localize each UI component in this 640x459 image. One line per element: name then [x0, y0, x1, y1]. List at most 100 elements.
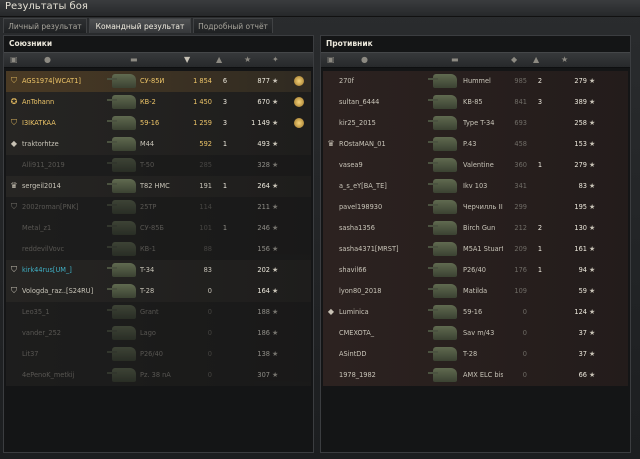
player-name[interactable]: ASintDD	[339, 344, 423, 364]
tab-personal-result[interactable]: Личный результат	[3, 18, 87, 33]
tank-icon	[428, 95, 457, 109]
xp-star-icon: ★	[589, 287, 596, 295]
player-row[interactable]: sasha4371[MRST] M5A1 Stuart 209 1 161 ★	[323, 239, 628, 260]
player-name[interactable]: AnTohann	[22, 92, 106, 112]
damage-column-icon[interactable]: ◆	[511, 55, 517, 65]
player-name[interactable]: I3IKATKAA	[22, 113, 106, 133]
tank-column-icon[interactable]: ▬	[451, 55, 459, 65]
player-name[interactable]: kirk44rus[UM_]	[22, 260, 106, 280]
achievements-column-icon[interactable]: ✦	[272, 55, 279, 65]
damage-column-icon[interactable]: ▼	[184, 55, 190, 65]
damage-value: 109	[514, 287, 527, 295]
player-row[interactable]: vander_252 Lago 0 186 ★	[6, 323, 311, 344]
badge-column-icon[interactable]: ▣	[327, 55, 335, 65]
tank-name: T82 HMC	[140, 182, 170, 190]
xp-column-icon[interactable]: ★	[561, 55, 568, 65]
player-row[interactable]: 4ePenoK_metkij Pz. 38 nA 0 307 ★	[6, 365, 311, 386]
player-row[interactable]: ⛉ AGS1974[WCAT1] СУ-85И 1 854 6 877 ★	[6, 71, 311, 92]
player-name[interactable]: AGS1974[WCAT1]	[22, 71, 106, 91]
player-row[interactable]: sultan_6444 KB-85 841 3 389 ★	[323, 92, 628, 113]
xp-column-icon[interactable]: ★	[244, 55, 251, 65]
damage-value: 985	[514, 77, 527, 85]
player-name[interactable]: pavel198930	[339, 197, 423, 217]
player-name[interactable]: reddevilVovc	[22, 239, 106, 259]
tank-column-icon[interactable]: ▬	[130, 55, 138, 65]
damage-value: 0	[522, 329, 527, 337]
player-name[interactable]: shavil66	[339, 260, 423, 280]
player-name[interactable]: 4ePenoK_metkij	[22, 365, 106, 385]
battle-results-window: Результаты боя Личный результат Командны…	[0, 0, 640, 459]
player-row[interactable]: Alli911_2019 T-50 285 328 ★	[6, 155, 311, 176]
player-row[interactable]: ♛ ROstaMAN_01 P.43 458 153 ★	[323, 134, 628, 155]
kills-value: 1	[537, 266, 543, 274]
player-name[interactable]: Metal_z1	[22, 218, 106, 238]
player-name[interactable]: 270f	[339, 71, 423, 91]
player-column-icon[interactable]: ●	[44, 55, 51, 65]
player-name[interactable]: sasha1356	[339, 218, 423, 238]
player-row[interactable]: a_s_eY[BA_TE] Ikv 103 341 83 ★	[323, 176, 628, 197]
player-name[interactable]: Alli911_2019	[22, 155, 106, 175]
damage-value: 299	[514, 203, 527, 211]
player-row[interactable]: lyon80_2018 Matilda 109 59 ★	[323, 281, 628, 302]
kills-column-icon[interactable]: ▲	[216, 55, 222, 65]
player-row[interactable]: reddevilVovc КВ-1 88 156 ★	[6, 239, 311, 260]
tank-icon	[428, 179, 457, 193]
player-row[interactable]: 270f Hummel 985 2 279 ★	[323, 71, 628, 92]
player-name[interactable]: lyon80_2018	[339, 281, 423, 301]
medal-icon[interactable]	[294, 76, 304, 86]
player-row[interactable]: ⛉ Vologda_raz..[S24RU] T-28 0 164 ★	[6, 281, 311, 302]
shield-icon: ⛉	[11, 76, 17, 85]
kills-column-icon[interactable]: ▲	[533, 55, 539, 65]
player-row[interactable]: Leo35_1 Grant 0 188 ★	[6, 302, 311, 323]
player-name[interactable]: a_s_eY[BA_TE]	[339, 176, 423, 196]
player-name[interactable]: Luminica	[339, 302, 423, 322]
player-name[interactable]: vasea9	[339, 155, 423, 175]
player-row[interactable]: sasha1356 Birch Gun 212 2 130 ★	[323, 218, 628, 239]
player-column-icon[interactable]: ●	[361, 55, 368, 65]
player-row[interactable]: Lit37 P26/40 0 138 ★	[6, 344, 311, 365]
medal-icon[interactable]	[294, 97, 304, 107]
player-row[interactable]: ASintDD T-28 0 37 ★	[323, 344, 628, 365]
player-row[interactable]: vasea9 Valentine 360 1 279 ★	[323, 155, 628, 176]
tab-team-result[interactable]: Командный результат	[89, 18, 191, 33]
xp-value: 37	[578, 350, 587, 358]
player-name[interactable]: sultan_6444	[339, 92, 423, 112]
player-row[interactable]: ⛉ 2002roman[PNK] 25TP 114 211 ★	[6, 197, 311, 218]
player-name[interactable]: Lit37	[22, 344, 106, 364]
player-name[interactable]: Vologda_raz..[S24RU]	[22, 281, 106, 301]
player-name[interactable]: 2002roman[PNK]	[22, 197, 106, 217]
player-name[interactable]: sergeil2014	[22, 176, 106, 196]
player-name[interactable]: Leo35_1	[22, 302, 106, 322]
player-name[interactable]: traktorhtze	[22, 134, 106, 154]
player-row[interactable]: kir25_2015 Type T-34 693 258 ★	[323, 113, 628, 134]
medal-icon[interactable]	[294, 118, 304, 128]
player-row[interactable]: ◆ Luminica 59-16 0 124 ★	[323, 302, 628, 323]
damage-value: 212	[514, 224, 527, 232]
player-row[interactable]: ♛ sergeil2014 T82 HMC 191 1 264 ★	[6, 176, 311, 197]
player-row[interactable]: ✪ AnTohann КВ-2 1 450 3 670 ★	[6, 92, 311, 113]
badge-column-icon[interactable]: ▣	[10, 55, 18, 65]
player-row[interactable]: pavel198930 Черчилль III 299 195 ★	[323, 197, 628, 218]
player-name[interactable]: sasha4371[MRST]	[339, 239, 423, 259]
tank-name: P26/40	[463, 266, 486, 274]
xp-star-icon: ★	[589, 350, 596, 358]
player-name[interactable]: CMEXOTA_	[339, 323, 423, 343]
tank-icon	[428, 242, 457, 256]
xp-star-icon: ★	[272, 98, 279, 106]
player-name[interactable]: vander_252	[22, 323, 106, 343]
player-row[interactable]: ◆ traktorhtze M44 592 1 493 ★	[6, 134, 311, 155]
tab-detailed-report[interactable]: Подробный отчёт	[193, 18, 273, 33]
player-name[interactable]: kir25_2015	[339, 113, 423, 133]
player-row[interactable]: Metal_z1 СУ-85Б 101 1 246 ★	[6, 218, 311, 239]
xp-value: 59	[578, 287, 587, 295]
player-name[interactable]: 1978_1982	[339, 365, 423, 385]
player-row[interactable]: ⛉ kirk44rus[UM_] T-34 83 202 ★	[6, 260, 311, 281]
player-row[interactable]: 1978_1982 AMX ELC bis 0 66 ★	[323, 365, 628, 386]
tank-name: Черчилль III	[463, 203, 503, 211]
player-row[interactable]: ⛉ I3IKATKAA 59-16 1 259 3 1 149 ★	[6, 113, 311, 134]
damage-value: 0	[207, 329, 212, 337]
tank-icon	[428, 305, 457, 319]
player-row[interactable]: CMEXOTA_ Sav m/43 0 37 ★	[323, 323, 628, 344]
player-row[interactable]: shavil66 P26/40 176 1 94 ★	[323, 260, 628, 281]
player-name[interactable]: ROstaMAN_01	[339, 134, 423, 154]
